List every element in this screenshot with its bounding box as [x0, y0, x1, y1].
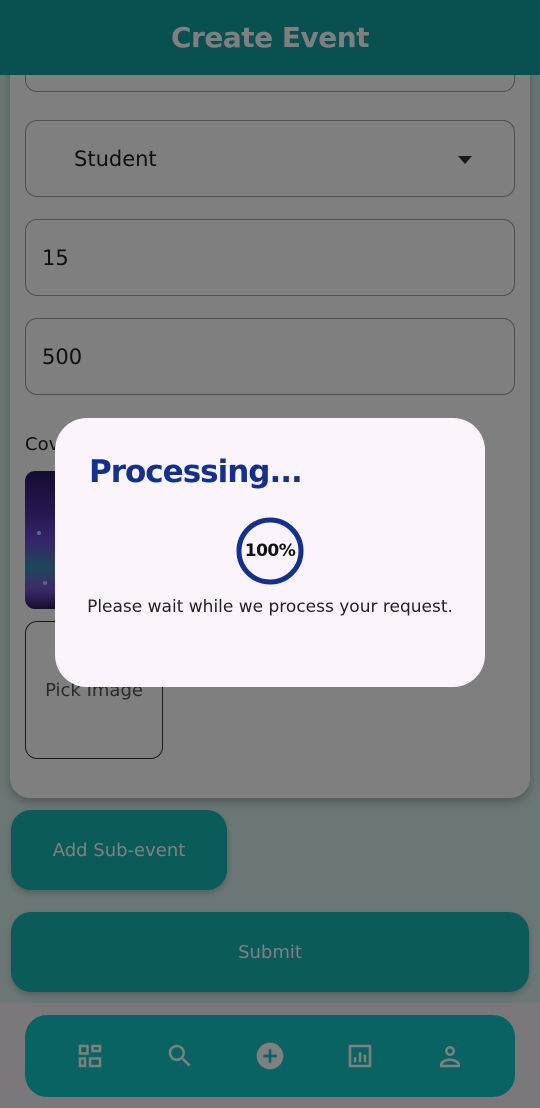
- progress-indicator: 100%: [235, 516, 305, 586]
- processing-dialog: Processing... 100% Please wait while we …: [55, 418, 485, 687]
- dialog-message: Please wait while we process your reques…: [87, 597, 453, 617]
- progress-text: 100%: [244, 541, 296, 561]
- dialog-title: Processing...: [89, 454, 303, 490]
